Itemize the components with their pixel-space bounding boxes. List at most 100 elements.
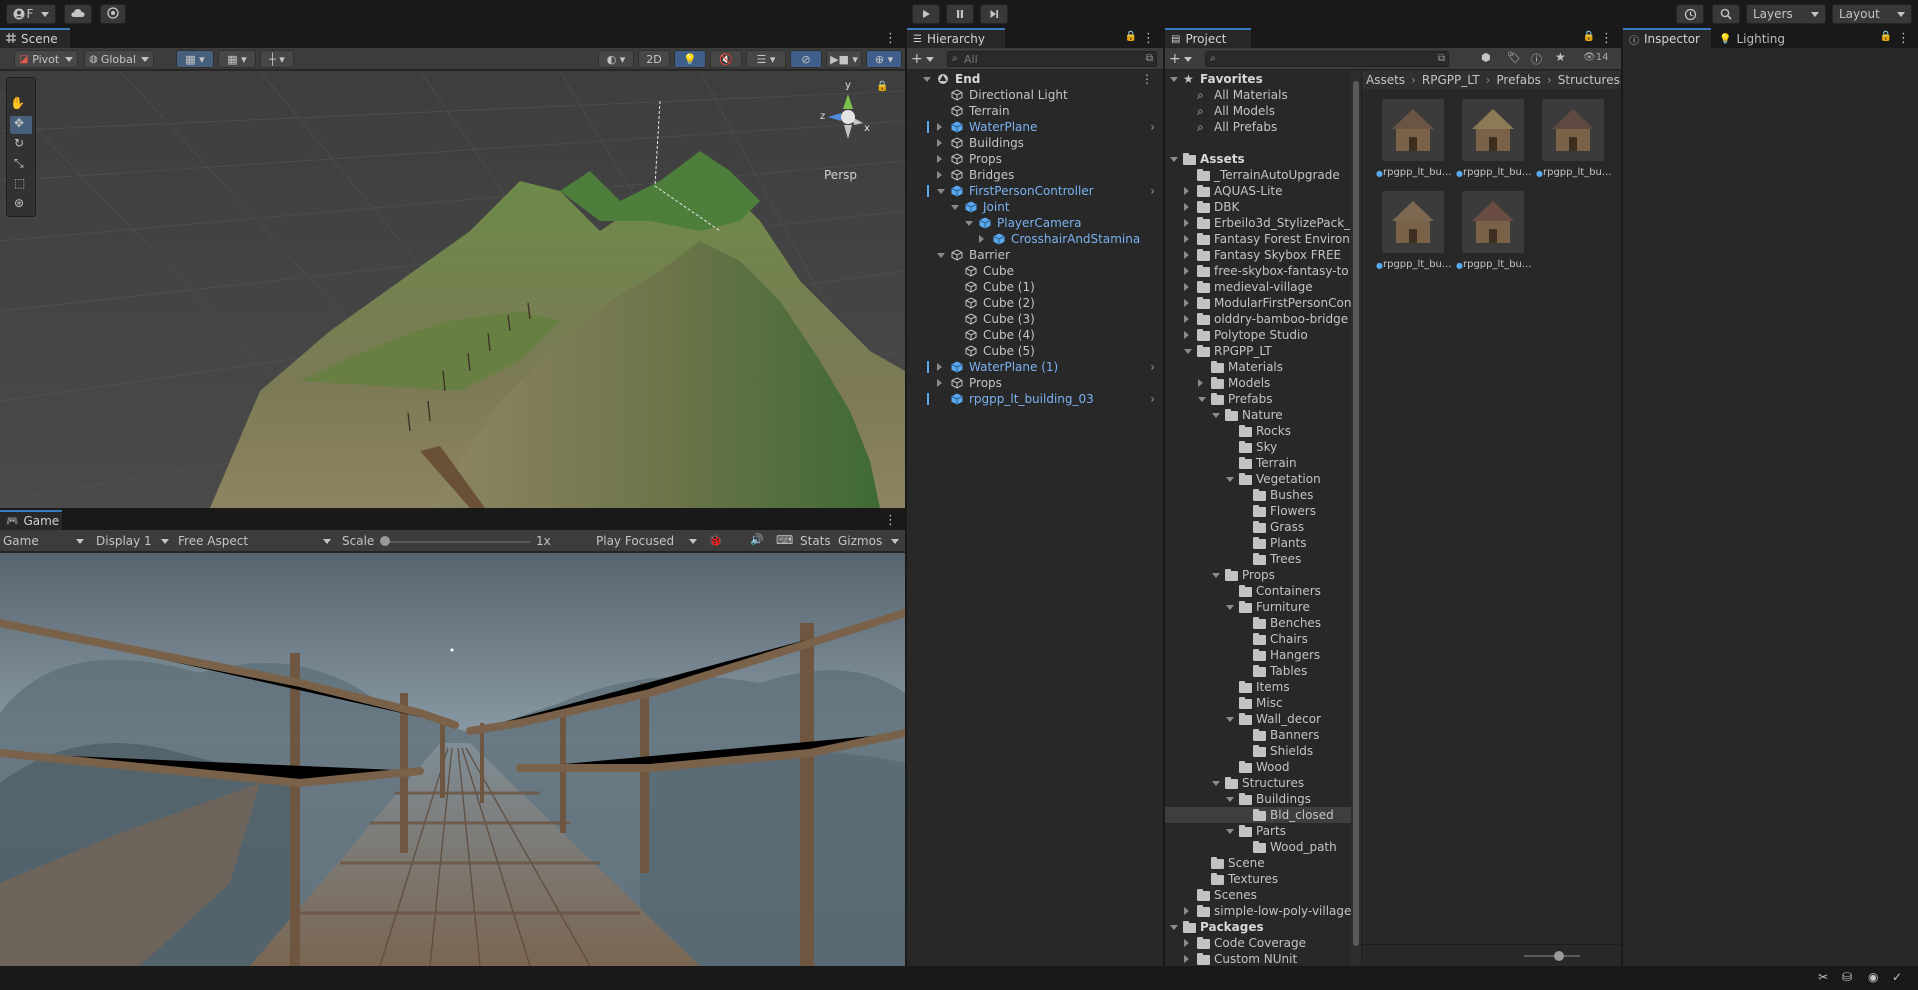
expand-down-icon[interactable] [1198, 396, 1206, 402]
keyboard-icon[interactable]: ⌨ [776, 533, 793, 547]
gizmos-dropdown[interactable]: Gizmos [838, 533, 902, 549]
project-tree-item[interactable]: ⌕ All Prefabs [1165, 119, 1351, 135]
project-tree-item[interactable]: Buildings [1165, 791, 1351, 807]
project-tree-item[interactable]: Scene [1165, 855, 1351, 871]
project-tree-item[interactable]: Materials [1165, 359, 1351, 375]
expand-right-icon[interactable] [937, 139, 942, 147]
project-search-input[interactable]: ⌕ ⧉ [1205, 51, 1449, 67]
project-tree-item[interactable]: AQUAS-Lite [1165, 183, 1351, 199]
layers-dropdown[interactable]: Layers [1746, 4, 1826, 24]
project-tree-item[interactable]: olddry-bamboo-bridge [1165, 311, 1351, 327]
project-tree-item[interactable]: Polytope Studio [1165, 327, 1351, 343]
expand-right-icon[interactable] [1184, 955, 1189, 963]
scene-viewport[interactable]: ✋ ✥ ↻ ⤡ ⬚ ⊛ y z x Persp 🔒 [0, 71, 905, 508]
chevron-right-icon[interactable]: › [1150, 392, 1155, 406]
kebab-menu-icon[interactable]: ⋮ [1142, 31, 1155, 46]
project-tree-item[interactable]: Furniture [1165, 599, 1351, 615]
tab-game[interactable]: 🎮 Game [0, 510, 62, 530]
lock-icon[interactable]: 🔒 [1880, 31, 1892, 42]
asset-tile[interactable]: ● rpgpp_lt_bu... [1456, 99, 1532, 187]
expand-down-icon[interactable] [1170, 156, 1178, 162]
project-tree-item[interactable]: Packages [1165, 919, 1351, 935]
zoom-slider-handle[interactable] [1554, 951, 1564, 961]
expand-right-icon[interactable] [1184, 187, 1189, 195]
stats-button[interactable]: Stats [800, 534, 831, 548]
rect-tool-button[interactable]: ⬚ [10, 176, 32, 194]
lock-icon[interactable]: 🔒 [1125, 31, 1137, 42]
project-tree-item[interactable]: Terrain [1165, 455, 1351, 471]
expand-down-icon[interactable] [1212, 780, 1220, 786]
aspect-dropdown[interactable]: Free Aspect [178, 533, 334, 549]
project-tree-item[interactable]: ModularFirstPersonCon [1165, 295, 1351, 311]
breadcrumb-rpgpp[interactable]: RPGPP_LT [1422, 73, 1480, 87]
game-viewport[interactable] [0, 553, 905, 966]
project-tree-item[interactable]: Grass [1165, 519, 1351, 535]
project-tree-item[interactable]: Wood [1165, 759, 1351, 775]
tab-scene[interactable]: Scene [0, 28, 70, 48]
grid-visibility-toggle[interactable]: ▦ ▾ [218, 50, 256, 68]
project-tree-item[interactable]: Code Coverage [1165, 935, 1351, 951]
expand-right-icon[interactable] [937, 379, 942, 387]
label-filter-icon[interactable]: 🏷 [1507, 51, 1521, 64]
hierarchy-item[interactable]: Props [907, 375, 1163, 391]
project-tree-item[interactable]: RPGPP_LT [1165, 343, 1351, 359]
expand-right-icon[interactable] [1184, 219, 1189, 227]
expand-right-icon[interactable] [937, 155, 942, 163]
expand-right-icon[interactable] [1184, 939, 1189, 947]
lighting-toggle[interactable]: 💡 [674, 50, 706, 68]
hierarchy-item[interactable]: Cube (1) [907, 279, 1163, 295]
draw-mode-dropdown[interactable]: ◐ ▾ [598, 50, 634, 68]
project-tree-item[interactable]: Bld_closed [1165, 807, 1351, 823]
hierarchy-item[interactable]: WaterPlane (1) › [907, 359, 1163, 375]
project-tree-item[interactable]: Misc [1165, 695, 1351, 711]
create-button[interactable]: + [911, 51, 937, 67]
tab-hierarchy[interactable]: ☰ Hierarchy [907, 28, 1005, 48]
expand-right-icon[interactable] [937, 123, 942, 131]
hidden-objects-toggle[interactable]: ⊘ [790, 50, 822, 68]
asset-tile[interactable]: ● rpgpp_lt_bu... [1376, 99, 1452, 187]
project-tree-item[interactable]: Hangers [1165, 647, 1351, 663]
game-mode-dropdown[interactable]: Game [3, 533, 87, 549]
asset-tile[interactable]: ● rpgpp_lt_bu... [1456, 191, 1532, 279]
step-button[interactable] [980, 4, 1008, 24]
scale-slider-handle[interactable] [380, 536, 390, 546]
expand-right-icon[interactable] [1198, 379, 1203, 387]
hierarchy-item[interactable]: Cube (5) [907, 343, 1163, 359]
type-filter-icon[interactable]: ⬢ [1481, 51, 1491, 64]
chevron-right-icon[interactable]: › [1150, 360, 1155, 374]
project-tree-item[interactable]: ★ Favorites [1165, 71, 1351, 87]
cloud-button[interactable] [64, 4, 92, 24]
kebab-menu-icon[interactable]: ⋮ [1897, 31, 1910, 46]
bug-icon[interactable]: 🐞 [708, 533, 723, 547]
expand-right-icon[interactable] [1184, 299, 1189, 307]
orientation-gizmo[interactable]: y z x [808, 79, 878, 149]
warning-filter-icon[interactable]: ⓘ [1531, 51, 1542, 67]
breadcrumb-assets[interactable]: Assets [1366, 73, 1405, 87]
expand-down-icon[interactable] [1170, 924, 1178, 930]
create-asset-button[interactable]: + [1169, 51, 1195, 67]
project-tree-item[interactable]: simple-low-poly-village [1165, 903, 1351, 919]
project-tree-item[interactable]: Fantasy Forest Environm [1165, 231, 1351, 247]
project-tree-item[interactable]: Banners [1165, 727, 1351, 743]
zoom-slider-track[interactable] [1524, 955, 1580, 957]
project-tree-item[interactable]: Erbeilo3d_StylizePack_I [1165, 215, 1351, 231]
project-tree-item[interactable]: Models [1165, 375, 1351, 391]
expand-down-icon[interactable] [1226, 716, 1234, 722]
tab-lighting[interactable]: 💡 Lighting [1713, 28, 1793, 48]
hierarchy-item[interactable]: Terrain [907, 103, 1163, 119]
kebab-menu-icon[interactable]: ⋮ [1600, 31, 1613, 46]
grid-snap-toggle[interactable]: ▦ ▾ [176, 50, 214, 68]
hierarchy-item[interactable]: rpgpp_lt_building_03 › [907, 391, 1163, 407]
expand-down-icon[interactable] [937, 188, 945, 194]
expand-down-icon[interactable] [951, 204, 959, 210]
project-tree-item[interactable]: Structures [1165, 775, 1351, 791]
expand-right-icon[interactable] [1184, 315, 1189, 323]
display-dropdown[interactable]: Display 1 [96, 533, 172, 549]
hierarchy-search-input[interactable]: ⌕ All ⧉ [947, 51, 1157, 67]
project-tree-item[interactable]: Sky [1165, 439, 1351, 455]
tree-scrollbar[interactable] [1351, 71, 1361, 966]
expand-down-icon[interactable] [923, 76, 931, 82]
hierarchy-item[interactable]: Cube (3) [907, 311, 1163, 327]
layout-dropdown[interactable]: Layout [1832, 4, 1912, 24]
expand-right-icon[interactable] [1184, 203, 1189, 211]
